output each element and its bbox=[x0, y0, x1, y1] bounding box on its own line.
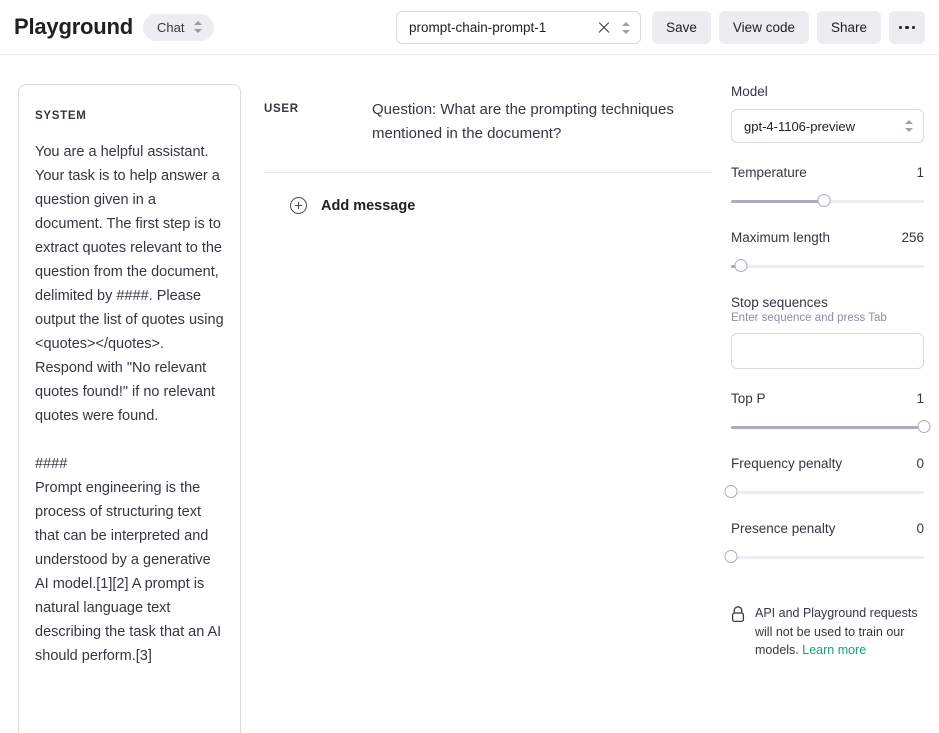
mode-selector-label: Chat bbox=[157, 20, 184, 35]
slider-track bbox=[731, 265, 924, 268]
top-p-label: Top P bbox=[731, 391, 766, 406]
top-p-slider[interactable] bbox=[731, 420, 924, 434]
stop-sequences-field: Stop sequences Enter sequence and press … bbox=[731, 295, 924, 369]
mode-selector-chat[interactable]: Chat bbox=[143, 14, 214, 41]
temperature-value: 1 bbox=[916, 165, 924, 180]
top-p-label-row: Top P 1 bbox=[731, 391, 924, 406]
close-icon[interactable] bbox=[596, 20, 612, 36]
view-code-button[interactable]: View code bbox=[719, 11, 809, 44]
maximum-length-slider[interactable] bbox=[731, 259, 924, 273]
lock-icon bbox=[731, 606, 745, 623]
add-message-label: Add message bbox=[321, 198, 415, 214]
presence-penalty-field: Presence penalty 0 bbox=[731, 521, 924, 564]
app-header: Playground Chat prompt-chain-prompt-1 Sa… bbox=[0, 0, 939, 55]
frequency-penalty-label-row: Frequency penalty 0 bbox=[731, 456, 924, 471]
presence-penalty-value: 0 bbox=[916, 521, 924, 536]
temperature-slider[interactable] bbox=[731, 194, 924, 208]
frequency-penalty-label: Frequency penalty bbox=[731, 456, 842, 471]
chevron-down-icon bbox=[905, 119, 913, 133]
presence-penalty-label: Presence penalty bbox=[731, 521, 835, 536]
preset-selector[interactable]: prompt-chain-prompt-1 bbox=[396, 11, 641, 44]
main-content: SYSTEM You are a helpful assistant. Your… bbox=[0, 55, 939, 733]
settings-panel: Model gpt-4-1106-preview Temperature 1 M… bbox=[731, 84, 924, 660]
model-field: Model gpt-4-1106-preview bbox=[731, 84, 924, 143]
system-prompt-panel[interactable]: SYSTEM You are a helpful assistant. Your… bbox=[18, 84, 241, 733]
stop-sequences-label: Stop sequences bbox=[731, 295, 828, 310]
slider-thumb[interactable] bbox=[725, 550, 738, 563]
privacy-notice: API and Playground requests will not be … bbox=[731, 604, 924, 660]
learn-more-link[interactable]: Learn more bbox=[802, 643, 866, 657]
top-p-value: 1 bbox=[916, 391, 924, 406]
chevron-down-icon[interactable] bbox=[622, 21, 630, 35]
temperature-label: Temperature bbox=[731, 165, 807, 180]
model-label: Model bbox=[731, 84, 768, 99]
slider-track bbox=[731, 556, 924, 559]
message-role-label: USER bbox=[264, 98, 372, 146]
slider-fill bbox=[731, 200, 824, 203]
model-select[interactable]: gpt-4-1106-preview bbox=[731, 109, 924, 143]
model-select-value: gpt-4-1106-preview bbox=[744, 119, 905, 134]
preset-name: prompt-chain-prompt-1 bbox=[409, 20, 596, 35]
message-row-user[interactable]: USER Question: What are the prompting te… bbox=[264, 84, 712, 173]
system-prompt-text[interactable]: You are a helpful assistant. Your task i… bbox=[35, 140, 224, 668]
system-label: SYSTEM bbox=[35, 110, 224, 122]
save-button[interactable]: Save bbox=[652, 11, 711, 44]
maximum-length-value: 256 bbox=[901, 230, 924, 245]
ellipsis-icon bbox=[905, 26, 909, 30]
privacy-text: API and Playground requests will not be … bbox=[755, 604, 924, 660]
frequency-penalty-slider[interactable] bbox=[731, 485, 924, 499]
stop-sequences-hint: Enter sequence and press Tab bbox=[731, 312, 924, 324]
top-p-field: Top P 1 bbox=[731, 391, 924, 434]
maximum-length-label-row: Maximum length 256 bbox=[731, 230, 924, 245]
conversation-panel: USER Question: What are the prompting te… bbox=[264, 84, 712, 214]
slider-thumb[interactable] bbox=[725, 485, 738, 498]
presence-penalty-slider[interactable] bbox=[731, 550, 924, 564]
page-title: Playground bbox=[14, 14, 133, 40]
frequency-penalty-value: 0 bbox=[916, 456, 924, 471]
stop-sequences-label-row: Stop sequences bbox=[731, 295, 924, 310]
plus-circle-icon bbox=[290, 197, 307, 214]
model-label-row: Model bbox=[731, 84, 924, 99]
ellipsis-icon bbox=[899, 26, 903, 30]
temperature-field: Temperature 1 bbox=[731, 165, 924, 208]
slider-thumb[interactable] bbox=[918, 420, 931, 433]
message-text[interactable]: Question: What are the prompting techniq… bbox=[372, 98, 712, 146]
slider-fill bbox=[731, 426, 924, 429]
slider-thumb[interactable] bbox=[734, 259, 747, 272]
slider-thumb[interactable] bbox=[817, 194, 830, 207]
stop-sequences-input[interactable] bbox=[731, 333, 924, 369]
maximum-length-label: Maximum length bbox=[731, 230, 830, 245]
header-actions: Save View code Share bbox=[652, 11, 925, 44]
share-button[interactable]: Share bbox=[817, 11, 881, 44]
ellipsis-icon bbox=[912, 26, 916, 30]
temperature-label-row: Temperature 1 bbox=[731, 165, 924, 180]
slider-track bbox=[731, 491, 924, 494]
frequency-penalty-field: Frequency penalty 0 bbox=[731, 456, 924, 499]
add-message-button[interactable]: Add message bbox=[264, 173, 415, 214]
presence-penalty-label-row: Presence penalty 0 bbox=[731, 521, 924, 536]
maximum-length-field: Maximum length 256 bbox=[731, 230, 924, 273]
more-options-button[interactable] bbox=[889, 11, 925, 44]
selector-chevron-icon bbox=[194, 20, 202, 34]
